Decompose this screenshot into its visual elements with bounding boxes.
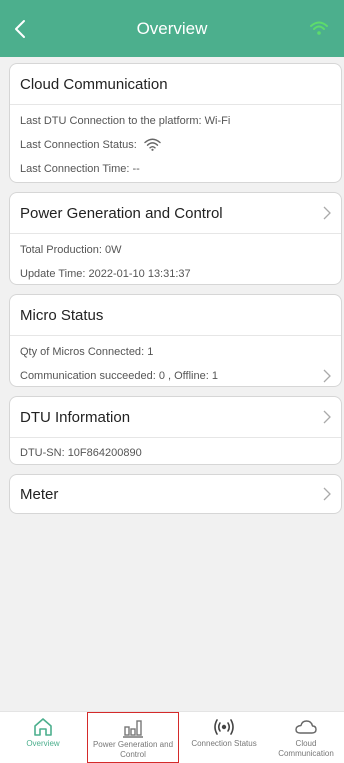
meter-title[interactable]: Meter (10, 475, 341, 513)
qty-micros-row: Qty of Micros Connected: 1 (20, 346, 154, 359)
cloud-communication-card: Cloud Communication Last DTU Connection … (9, 63, 342, 183)
tab-power-generation[interactable]: Power Generation and Control (87, 712, 179, 763)
wifi-signal-icon (144, 138, 161, 151)
tab-label: Power Generation and Control (92, 740, 174, 759)
card-title: Meter (20, 485, 59, 503)
row-label: Last Connection Time (20, 163, 127, 176)
row-label: Last DTU Connection to the platform (20, 115, 199, 128)
row-label: Update Time (20, 268, 83, 281)
wifi-icon (310, 21, 328, 35)
dtu-information-title[interactable]: DTU Information (10, 397, 341, 438)
row-value: 0W (105, 244, 122, 257)
chevron-right-icon (323, 206, 331, 220)
chevron-right-icon (323, 487, 331, 501)
row-value: 10F864200890 (67, 447, 142, 460)
card-title: DTU Information (20, 408, 131, 426)
page-title: Overview (136, 19, 208, 38)
card-title: Power Generation and Control (20, 204, 223, 222)
card-title: Micro Status (20, 306, 104, 324)
row-label: Total Production (20, 244, 99, 257)
row-value: 2022-01-10 13:31:37 (88, 268, 191, 281)
row-label: Last Connection Status (20, 139, 134, 152)
row-label: Offline (174, 370, 206, 383)
power-generation-card[interactable]: Power Generation and Control Total Produ… (9, 192, 342, 285)
row-label: DTU-SN (20, 447, 62, 460)
tab-label: Cloud Communication (278, 739, 334, 758)
communication-row[interactable]: Communication succeeded: 0 , Offline: 1 (10, 364, 341, 388)
last-connection-status-row: Last Connection Status: (10, 133, 341, 157)
bottom-tab-bar: Overview Power Generation and Control Co… (0, 711, 344, 763)
tab-overview[interactable]: Overview (12, 712, 74, 763)
card-title: Cloud Communication (20, 75, 168, 93)
last-connection-time-row: Last Connection Time: -- (20, 163, 140, 176)
micro-status-card[interactable]: Micro Status Qty of Micros Connected: 1 … (9, 294, 342, 387)
broadcast-icon (214, 719, 234, 735)
dtu-information-card[interactable]: DTU Information DTU-SN: 10F864200890 (9, 396, 342, 465)
tab-connection-status[interactable]: Connection Status (181, 712, 267, 763)
dtu-sn-row: DTU-SN: 10F864200890 (20, 447, 142, 460)
bar-chart-icon (123, 720, 143, 738)
micro-status-title: Micro Status (10, 295, 341, 336)
chevron-right-icon (323, 410, 331, 424)
power-generation-title[interactable]: Power Generation and Control (10, 193, 341, 234)
total-production-row: Total Production: 0W (20, 244, 122, 257)
cloud-icon (295, 720, 317, 734)
row-value: -- (132, 163, 140, 176)
header: Overview (0, 0, 344, 57)
tab-label: Connection Status (191, 739, 257, 748)
row-label: Qty of Micros Connected (20, 346, 142, 359)
update-time-row: Update Time: 2022-01-10 13:31:37 (20, 268, 191, 281)
chevron-right-icon (323, 369, 331, 383)
tab-cloud-communication[interactable]: Cloud Communication (270, 712, 342, 763)
row-value: 1 (211, 370, 218, 383)
last-dtu-connection-row: Last DTU Connection to the platform: Wi-… (20, 115, 231, 128)
tab-label: Overview (26, 739, 60, 748)
row-value: Wi-Fi (204, 115, 231, 128)
home-icon (34, 718, 52, 736)
row-value: 1 (147, 346, 154, 359)
cloud-communication-title: Cloud Communication (10, 64, 341, 105)
meter-card[interactable]: Meter (9, 474, 342, 514)
row-label: Communication succeeded (20, 370, 153, 383)
